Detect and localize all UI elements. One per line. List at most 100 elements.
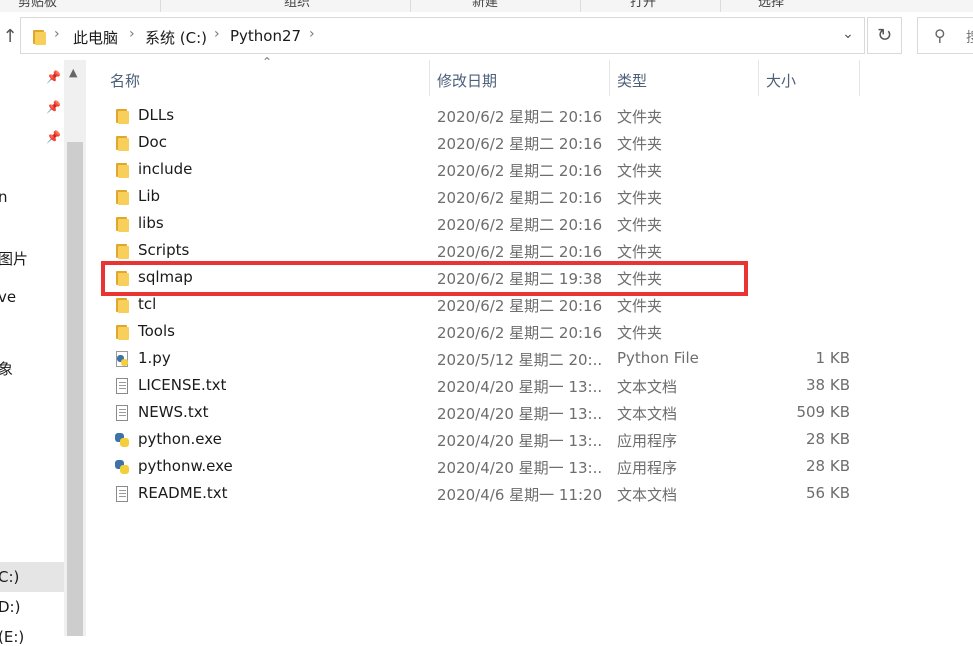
folder-icon (113, 242, 131, 260)
nav-item-pictures[interactable]: 图片 (0, 248, 28, 269)
column-header-row: ⌃ 名称 修改日期 类型 大小 (86, 55, 973, 98)
file-type: 文件夹 (617, 324, 663, 342)
scrollbar-thumb[interactable] (67, 142, 83, 636)
file-date: 2020/4/20 星期一 13:... (437, 432, 602, 450)
folder-icon (113, 134, 131, 152)
file-row[interactable]: python.exe 2020/4/20 星期一 13:... 应用程序 28 KB (86, 427, 973, 454)
pin-icon[interactable]: 📌 (46, 100, 61, 114)
file-type: 文件夹 (617, 297, 663, 315)
ribbon-divider (410, 0, 411, 12)
file-name: include (138, 160, 193, 178)
up-arrow-icon[interactable]: ↑ (0, 26, 20, 48)
ribbon-divider (160, 0, 161, 12)
column-divider[interactable] (429, 60, 430, 96)
file-size: 56 KB (806, 484, 850, 502)
nav-item-objects[interactable]: 象 (0, 358, 13, 379)
file-date: 2020/4/6 星期一 11:20 (437, 486, 602, 504)
file-row[interactable]: 1.py 2020/5/12 星期二 20:... Python File 1 KB (86, 346, 973, 373)
highlight-box (101, 261, 748, 296)
folder-icon (113, 215, 131, 233)
text-file-icon (113, 377, 131, 395)
search-input[interactable]: ⚲ 搜 (917, 17, 973, 54)
scroll-up-icon[interactable]: ▲ (69, 66, 77, 79)
folder-icon (113, 161, 131, 179)
file-row[interactable]: README.txt 2020/4/6 星期一 11:20 文本文档 56 KB (86, 481, 973, 508)
ribbon-select[interactable]: 选择 (758, 0, 784, 10)
file-row[interactable]: tcl 2020/6/2 星期二 20:16 文件夹 (86, 292, 973, 319)
refresh-icon: ↻ (876, 25, 893, 46)
column-divider[interactable] (609, 60, 610, 96)
pin-icon[interactable]: 📌 (46, 130, 61, 144)
address-row: ↑ › 此电脑 › 系统 (C:) › Python27 › ⌄ ↻ ⚲ 搜 (0, 12, 973, 60)
file-row[interactable]: Doc 2020/6/2 星期二 20:16 文件夹 (86, 130, 973, 157)
file-date: 2020/6/2 星期二 20:16 (437, 297, 602, 315)
ribbon-clipboard[interactable]: 剪贴板 (18, 0, 57, 10)
file-name: README.txt (138, 484, 228, 502)
file-date: 2020/6/2 星期二 20:16 (437, 162, 602, 180)
file-name: Doc (138, 133, 167, 151)
sort-up-icon: ⌃ (262, 55, 273, 69)
file-date: 2020/6/2 星期二 20:16 (437, 189, 602, 207)
nav-item[interactable]: n (0, 188, 8, 206)
chevron-right-icon[interactable]: › (214, 26, 220, 42)
column-divider[interactable] (758, 60, 759, 96)
python-file-icon (113, 350, 131, 368)
navigation-pane: 📌 📌 📌 n 图片 ve 象 C:) D:) (E:) (0, 60, 64, 646)
file-date: 2020/6/2 星期二 20:16 (437, 135, 602, 153)
file-date: 2020/6/2 星期二 20:16 (437, 243, 602, 261)
file-row[interactable]: DLLs 2020/6/2 星期二 20:16 文件夹 (86, 103, 973, 130)
file-size: 28 KB (806, 430, 850, 448)
file-row[interactable]: libs 2020/6/2 星期二 20:16 文件夹 (86, 211, 973, 238)
file-date: 2020/4/20 星期一 13:... (437, 459, 602, 477)
file-name: Tools (138, 322, 175, 340)
ribbon-open[interactable]: 打开 (630, 0, 656, 10)
file-row[interactable]: include 2020/6/2 星期二 20:16 文件夹 (86, 157, 973, 184)
nav-scrollbar[interactable]: ▲ (64, 60, 86, 636)
breadcrumb-this-pc[interactable]: 此电脑 (73, 27, 118, 48)
file-date: 2020/6/2 星期二 20:16 (437, 324, 602, 342)
ribbon-organize[interactable]: 组织 (284, 0, 310, 10)
file-type: 文件夹 (617, 135, 663, 153)
file-name: 1.py (138, 349, 171, 367)
breadcrumb-system-c[interactable]: 系统 (C:) (145, 27, 207, 48)
address-bar[interactable]: › 此电脑 › 系统 (C:) › Python27 › ⌄ (20, 17, 865, 54)
nav-item-drive-e[interactable]: (E:) (0, 628, 24, 646)
chevron-right-icon[interactable]: › (129, 26, 135, 42)
nav-item-drive-d[interactable]: D:) (0, 598, 20, 616)
chevron-right-icon[interactable]: › (309, 26, 315, 42)
ribbon-new[interactable]: 新建 (472, 0, 498, 10)
file-size: 509 KB (796, 403, 850, 421)
column-divider[interactable] (859, 60, 860, 96)
pin-icon[interactable]: 📌 (46, 70, 61, 84)
file-name: DLLs (138, 106, 175, 124)
file-type: 文件夹 (617, 162, 663, 180)
file-name: Lib (138, 187, 161, 205)
file-type: 应用程序 (617, 432, 678, 450)
column-date[interactable]: 修改日期 (437, 70, 497, 91)
file-date: 2020/4/20 星期一 13:... (437, 378, 602, 396)
file-date: 2020/6/2 星期二 20:16 (437, 216, 602, 234)
file-row[interactable]: pythonw.exe 2020/4/20 星期一 13:... 应用程序 28 KB (86, 454, 973, 481)
file-row[interactable]: LICENSE.txt 2020/4/20 星期一 13:... 文本文档 38 KB (86, 373, 973, 400)
file-row[interactable]: Tools 2020/6/2 星期二 20:16 文件夹 (86, 319, 973, 346)
column-type[interactable]: 类型 (617, 70, 647, 91)
column-name[interactable]: 名称 (110, 70, 140, 91)
file-size: 38 KB (806, 376, 850, 394)
nav-item-onedrive[interactable]: ve (0, 288, 16, 306)
file-type: 文本文档 (617, 378, 678, 396)
chevron-down-icon[interactable]: ⌄ (837, 26, 859, 42)
file-row[interactable]: NEWS.txt 2020/4/20 星期一 13:... 文本文档 509 KB (86, 400, 973, 427)
chevron-right-icon[interactable]: › (54, 26, 60, 42)
file-row[interactable]: Lib 2020/6/2 星期二 20:16 文件夹 (86, 184, 973, 211)
search-placeholder: 搜 (966, 27, 973, 47)
refresh-button[interactable]: ↻ (867, 17, 902, 54)
file-name: python.exe (138, 430, 222, 448)
folder-icon (30, 28, 48, 46)
file-type: 文本文档 (617, 486, 678, 504)
file-size: 1 KB (815, 349, 850, 367)
ribbon-divider (720, 0, 721, 12)
column-size[interactable]: 大小 (766, 70, 796, 91)
nav-item-drive-c[interactable]: C:) (0, 568, 19, 586)
file-date: 2020/5/12 星期二 20:... (437, 351, 602, 369)
breadcrumb-python27[interactable]: Python27 (230, 27, 301, 45)
